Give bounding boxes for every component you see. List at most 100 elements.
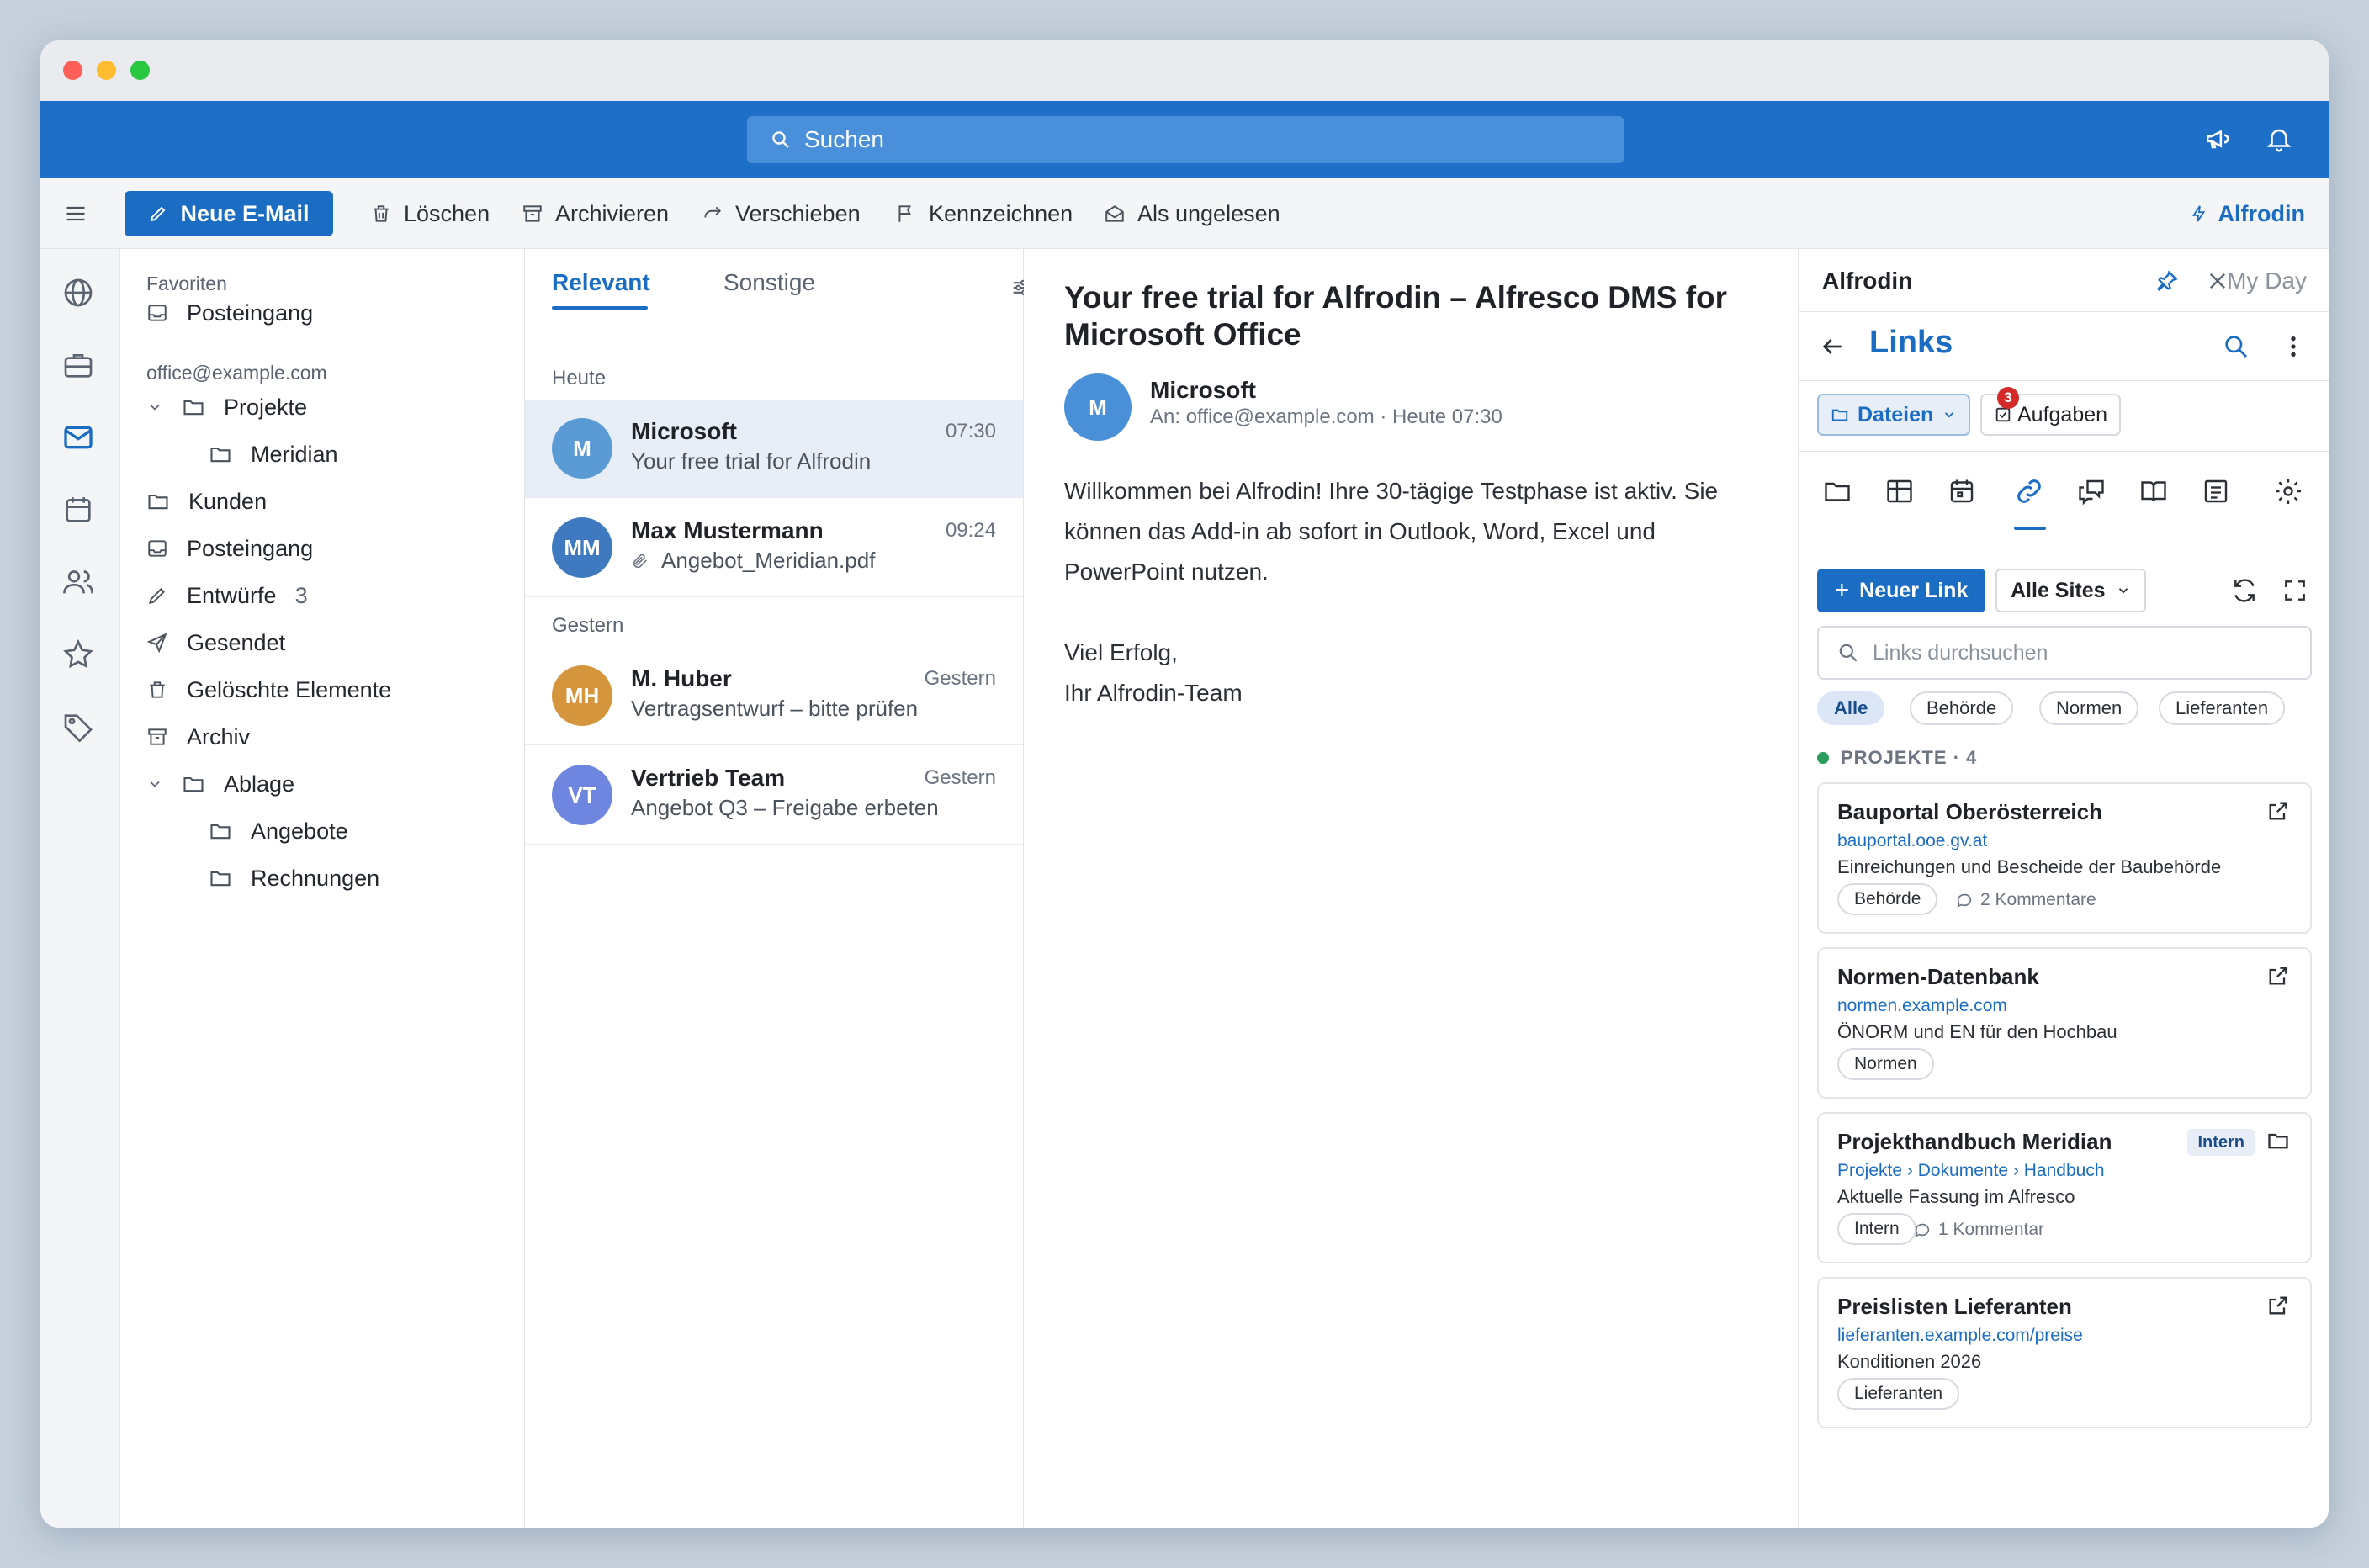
message-subject: Angebot Q3 – Freigabe erbeten: [631, 795, 939, 821]
message-time: Gestern: [924, 766, 996, 789]
back-arrow-icon[interactable]: [1819, 333, 1846, 364]
close-icon[interactable]: [2206, 269, 2229, 297]
paperclip-icon: [633, 554, 647, 568]
new-link-button[interactable]: + Neuer Link: [1817, 569, 1985, 612]
folder-rechnungen[interactable]: Rechnungen: [209, 861, 379, 895]
folder-icon: [210, 824, 231, 840]
expand-icon[interactable]: [2282, 577, 2308, 608]
search-box[interactable]: Suchen: [747, 116, 1624, 163]
search-icon[interactable]: [2223, 333, 2250, 364]
folder-icon[interactable]: [2266, 1129, 2290, 1157]
people-icon[interactable]: [61, 565, 95, 603]
folder-label: Gesendet: [187, 629, 286, 655]
link-card[interactable]: Bauportal Oberösterreich bauportal.ooe.g…: [1817, 782, 2312, 934]
star-icon[interactable]: [61, 638, 95, 675]
globe-icon[interactable]: [61, 276, 95, 314]
delete-button[interactable]: Löschen: [370, 178, 490, 249]
hamburger-menu-icon[interactable]: [64, 178, 99, 249]
external-link-icon[interactable]: [2266, 799, 2290, 827]
mark-unread-button[interactable]: Als ungelesen: [1104, 178, 1280, 249]
folder-inbox[interactable]: Posteingang: [146, 532, 313, 565]
briefcase-icon[interactable]: [61, 348, 95, 386]
card-url[interactable]: normen.example.com: [1837, 996, 2007, 1016]
card-tag[interactable]: Intern: [1837, 1213, 1916, 1245]
chevron-down-icon: [2118, 588, 2128, 594]
book-tab-icon[interactable]: [2138, 476, 2169, 511]
megaphone-icon[interactable]: [2204, 124, 2233, 157]
folder-tab-icon[interactable]: [1822, 476, 1852, 511]
move-button[interactable]: Verschieben: [702, 178, 861, 249]
calendar-tab-icon[interactable]: [1947, 476, 1977, 511]
close-window-button[interactable]: [63, 61, 82, 80]
external-link-icon[interactable]: [2266, 1294, 2290, 1322]
folder-ablage[interactable]: Ablage: [146, 767, 294, 801]
new-mail-button[interactable]: Neue E-Mail: [125, 191, 333, 236]
card-comments[interactable]: 2 Kommentare: [1955, 890, 2096, 910]
link-tab-icon[interactable]: [2014, 476, 2044, 511]
link-card[interactable]: Projekthandbuch Meridian Intern Projekte…: [1817, 1112, 2312, 1263]
comments-tab-icon[interactable]: [2076, 476, 2107, 511]
avatar: M: [552, 418, 612, 479]
card-tag[interactable]: Behörde: [1837, 883, 1938, 915]
folder-drafts[interactable]: Entwürfe 3: [146, 579, 308, 612]
message-item[interactable]: M Microsoft Your free trial for Alfrodin…: [525, 400, 1023, 498]
message-item[interactable]: MH M. Huber Vertragsentwurf – bitte prüf…: [525, 647, 1023, 745]
message-item[interactable]: VT Vertrieb Team Angebot Q3 – Freigabe e…: [525, 746, 1023, 845]
mail-icon[interactable]: [61, 421, 95, 458]
folder-archive[interactable]: Archiv: [146, 720, 250, 754]
pin-icon[interactable]: [2155, 269, 2179, 297]
files-button[interactable]: Dateien: [1817, 394, 1971, 436]
links-search-input[interactable]: Links durchsuchen: [1817, 626, 2312, 680]
folder-label: Ablage: [224, 771, 295, 797]
card-tag[interactable]: Normen: [1837, 1048, 1934, 1080]
alfrodin-panel: Alfrodin My Day Links Dateien Aufgaben 3…: [1799, 249, 2329, 1528]
filter-chip-all[interactable]: Alle: [1817, 691, 1885, 725]
maximize-window-button[interactable]: [130, 61, 150, 80]
gear-icon[interactable]: [2273, 476, 2303, 511]
folder-kunden[interactable]: Kunden: [146, 485, 267, 518]
card-comments[interactable]: 1 Kommentar: [1913, 1220, 2044, 1240]
link-card[interactable]: Preislisten Lieferanten lieferanten.exam…: [1817, 1277, 2312, 1428]
external-link-icon[interactable]: [2266, 964, 2290, 992]
folder-projekte[interactable]: Projekte: [146, 390, 307, 424]
more-options-icon[interactable]: [2280, 333, 2307, 364]
filter-chip-lieferanten[interactable]: Lieferanten: [2159, 691, 2286, 725]
bell-icon[interactable]: [2265, 124, 2293, 157]
all-sites-dropdown[interactable]: Alle Sites: [1995, 569, 2146, 612]
tab-other[interactable]: Sonstige: [723, 269, 815, 296]
group-today: Heute: [552, 367, 607, 389]
tag-icon[interactable]: [61, 710, 95, 748]
email-sender[interactable]: Microsoft: [1150, 377, 1256, 404]
refresh-icon[interactable]: [2231, 577, 2258, 608]
table-tab-icon[interactable]: [1884, 476, 1915, 511]
card-url[interactable]: lieferanten.example.com/preise: [1837, 1326, 2083, 1346]
tab-relevant[interactable]: Relevant: [552, 269, 650, 296]
minimize-window-button[interactable]: [97, 61, 116, 80]
flag-button[interactable]: Kennzeichnen: [895, 178, 1073, 249]
archive-button[interactable]: Archivieren: [522, 178, 669, 249]
link-card[interactable]: Normen-Datenbank normen.example.com ÖNOR…: [1817, 947, 2312, 1099]
comment-icon: [1915, 1223, 1930, 1237]
folder-favorite-inbox[interactable]: Posteingang: [146, 296, 313, 330]
body-signature: Ihr Alfrodin-Team: [1064, 680, 1243, 706]
folder-deleted[interactable]: Gelöschte Elemente: [146, 673, 391, 707]
internal-badge: Intern: [2187, 1129, 2255, 1156]
message-item[interactable]: MM Max Mustermann Angebot_Meridian.pdf 0…: [525, 499, 1023, 597]
card-url[interactable]: Projekte › Dokumente › Handbuch: [1837, 1161, 2105, 1181]
message-sender: Max Mustermann: [631, 517, 824, 543]
card-tag[interactable]: Lieferanten: [1837, 1378, 1960, 1410]
folder-meridian[interactable]: Meridian: [209, 437, 338, 471]
filter-chip-behoerde[interactable]: Behörde: [1910, 691, 2014, 725]
folder-angebote[interactable]: Angebote: [209, 814, 348, 848]
my-day-link[interactable]: My Day: [2227, 268, 2307, 294]
card-url[interactable]: bauportal.ooe.gv.at: [1837, 831, 1987, 851]
filter-chip-normen[interactable]: Normen: [2039, 691, 2139, 725]
folder-pane: Favoriten Posteingang office@example.com…: [121, 249, 525, 1528]
section-heading-label: PROJEKTE · 4: [1841, 747, 1978, 768]
alfrodin-addin-button[interactable]: Alfrodin: [2190, 178, 2305, 249]
folder-icon: [210, 871, 231, 887]
divider: [1799, 380, 2329, 381]
folder-sent[interactable]: Gesendet: [146, 626, 285, 660]
document-tab-icon[interactable]: [2201, 476, 2231, 511]
calendar-icon[interactable]: [61, 493, 95, 531]
